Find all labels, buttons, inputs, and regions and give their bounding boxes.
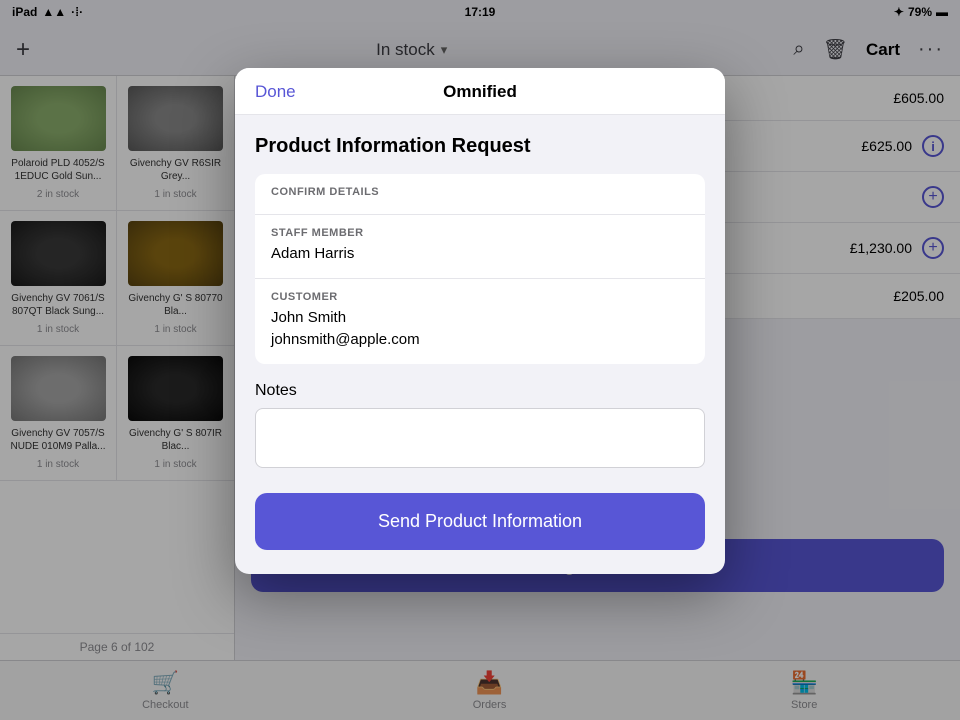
customer-email: johnsmith@apple.com [271, 329, 689, 352]
confirm-header-row: Confirm details [255, 174, 705, 215]
modal-section-title: Product Information Request [255, 135, 705, 158]
customer-name: John Smith [271, 307, 689, 330]
confirm-details-card: Confirm details STAFF MEMBER Adam Harris… [255, 174, 705, 364]
staff-member-label: STAFF MEMBER [271, 227, 689, 239]
notes-label: Notes [255, 382, 705, 400]
done-button[interactable]: Done [255, 82, 296, 102]
customer-row: CUSTOMER John Smith johnsmith@apple.com [255, 279, 705, 364]
modal-header: Done Omnified [235, 68, 725, 115]
notes-input[interactable] [255, 408, 705, 468]
modal-dialog: Done Omnified Product Information Reques… [235, 68, 725, 574]
modal-app-name: Omnified [443, 82, 517, 102]
send-product-info-button[interactable]: Send Product Information [255, 493, 705, 550]
confirm-header-label: Confirm details [271, 186, 689, 198]
staff-member-row: STAFF MEMBER Adam Harris [255, 215, 705, 279]
modal-body: Product Information Request Confirm deta… [235, 115, 725, 574]
customer-label: CUSTOMER [271, 291, 689, 303]
staff-member-name: Adam Harris [271, 243, 689, 266]
